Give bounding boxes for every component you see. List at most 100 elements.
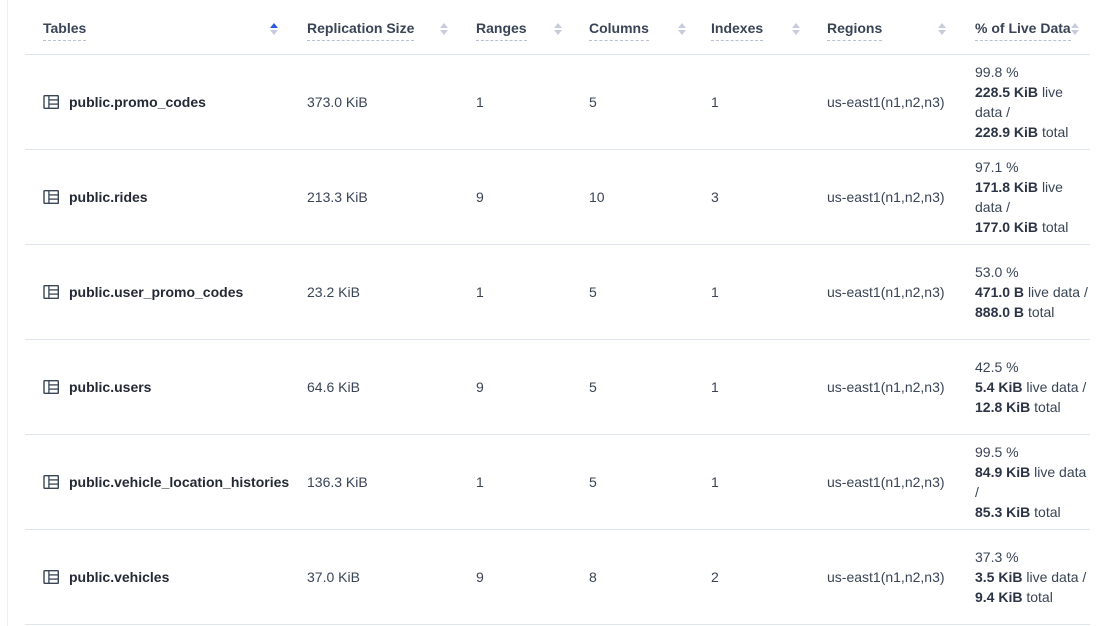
- cell-replication-size: 136.3 KiB: [290, 474, 460, 490]
- cell-live-data: 99.8 % 228.5 KiB live data / 228.9 KiB t…: [958, 62, 1090, 142]
- column-header-label: Columns: [589, 20, 649, 41]
- total-data-line: 228.9 KiB total: [975, 122, 1090, 142]
- cell-table-name: public.vehicle_location_histories: [25, 474, 290, 490]
- cell-regions: us-east1(n1,n2,n3): [812, 474, 958, 490]
- live-data-line: 3.5 KiB live data /: [975, 567, 1090, 587]
- sort-icon[interactable]: [678, 23, 686, 35]
- cell-regions: us-east1(n1,n2,n3): [812, 569, 958, 585]
- cell-regions: us-east1(n1,n2,n3): [812, 189, 958, 205]
- cell-ranges: 1: [460, 94, 574, 110]
- cell-columns: 10: [574, 189, 698, 205]
- total-data-line: 85.3 KiB total: [975, 502, 1090, 522]
- sort-desc-icon: [1071, 30, 1079, 35]
- live-data-percent: 42.5 %: [975, 357, 1090, 377]
- sort-icon[interactable]: [554, 23, 562, 35]
- table-name-link[interactable]: public.users: [69, 379, 151, 395]
- cell-columns: 5: [574, 474, 698, 490]
- table-name-link[interactable]: public.promo_codes: [69, 94, 206, 110]
- sort-asc-icon: [792, 23, 800, 28]
- cell-ranges: 9: [460, 189, 574, 205]
- table-name-link[interactable]: public.vehicle_location_histories: [69, 474, 289, 490]
- column-header-label: Tables: [43, 20, 86, 41]
- table-row: public.vehicles 37.0 KiB 9 8 2 us-east1(…: [25, 530, 1090, 625]
- cell-indexes: 1: [698, 94, 812, 110]
- table-row: public.users 64.6 KiB 9 5 1 us-east1(n1,…: [25, 340, 1090, 435]
- cell-indexes: 1: [698, 284, 812, 300]
- column-header-indexes[interactable]: Indexes: [698, 20, 812, 41]
- table-icon: [43, 94, 60, 110]
- cell-indexes: 3: [698, 189, 812, 205]
- table-icon: [43, 379, 60, 395]
- table-icon: [43, 189, 60, 205]
- cell-live-data: 42.5 % 5.4 KiB live data / 12.8 KiB tota…: [958, 357, 1090, 417]
- live-data-line: 228.5 KiB live data /: [975, 82, 1090, 122]
- sort-asc-icon: [270, 23, 278, 28]
- cell-regions: us-east1(n1,n2,n3): [812, 94, 958, 110]
- sort-icon[interactable]: [792, 23, 800, 35]
- cell-live-data: 53.0 % 471.0 B live data / 888.0 B total: [958, 262, 1090, 322]
- cell-replication-size: 213.3 KiB: [290, 189, 460, 205]
- column-header-live-data[interactable]: % of Live Data: [958, 20, 1091, 41]
- tables-page: Tables Replication Size Ranges Columns I…: [0, 0, 1114, 626]
- database-tables-table: Tables Replication Size Ranges Columns I…: [25, 0, 1090, 625]
- page-left-border: [7, 0, 8, 626]
- sort-icon[interactable]: [938, 23, 946, 35]
- column-header-label: % of Live Data: [975, 20, 1071, 41]
- sort-asc-icon: [440, 23, 448, 28]
- cell-columns: 5: [574, 284, 698, 300]
- cell-replication-size: 23.2 KiB: [290, 284, 460, 300]
- live-data-percent: 37.3 %: [975, 547, 1090, 567]
- live-data-percent: 53.0 %: [975, 262, 1090, 282]
- cell-replication-size: 64.6 KiB: [290, 379, 460, 395]
- cell-ranges: 9: [460, 379, 574, 395]
- sort-asc-icon: [554, 23, 562, 28]
- cell-table-name: public.rides: [25, 189, 290, 205]
- table-name-link[interactable]: public.rides: [69, 189, 148, 205]
- live-data-line: 171.8 KiB live data /: [975, 177, 1090, 217]
- total-data-line: 888.0 B total: [975, 302, 1090, 322]
- cell-indexes: 1: [698, 379, 812, 395]
- table-name-link[interactable]: public.vehicles: [69, 569, 169, 585]
- cell-regions: us-east1(n1,n2,n3): [812, 379, 958, 395]
- cell-ranges: 1: [460, 474, 574, 490]
- column-header-replication-size[interactable]: Replication Size: [290, 20, 460, 41]
- table-row: public.vehicle_location_histories 136.3 …: [25, 435, 1090, 530]
- cell-replication-size: 37.0 KiB: [290, 569, 460, 585]
- cell-table-name: public.vehicles: [25, 569, 290, 585]
- column-header-regions[interactable]: Regions: [812, 20, 958, 41]
- table-icon: [43, 284, 60, 300]
- sort-icon[interactable]: [1071, 23, 1079, 35]
- live-data-percent: 97.1 %: [975, 157, 1090, 177]
- table-icon: [43, 474, 60, 490]
- sort-asc-icon: [678, 23, 686, 28]
- table-header-row: Tables Replication Size Ranges Columns I…: [25, 0, 1090, 55]
- cell-live-data: 99.5 % 84.9 KiB live data / 85.3 KiB tot…: [958, 442, 1090, 522]
- total-data-line: 177.0 KiB total: [975, 217, 1090, 237]
- sort-icon[interactable]: [440, 23, 448, 35]
- sort-desc-icon: [440, 30, 448, 35]
- column-header-ranges[interactable]: Ranges: [460, 20, 574, 41]
- cell-ranges: 1: [460, 284, 574, 300]
- column-header-label: Ranges: [476, 20, 527, 41]
- total-data-line: 9.4 KiB total: [975, 587, 1090, 607]
- sort-desc-icon: [938, 30, 946, 35]
- column-header-tables[interactable]: Tables: [25, 20, 290, 41]
- cell-table-name: public.users: [25, 379, 290, 395]
- cell-live-data: 37.3 % 3.5 KiB live data / 9.4 KiB total: [958, 547, 1090, 607]
- sort-asc-icon: [1071, 23, 1079, 28]
- column-header-columns[interactable]: Columns: [574, 20, 698, 41]
- table-name-link[interactable]: public.user_promo_codes: [69, 284, 243, 300]
- cell-regions: us-east1(n1,n2,n3): [812, 284, 958, 300]
- sort-desc-icon: [792, 30, 800, 35]
- cell-columns: 5: [574, 379, 698, 395]
- column-header-label: Replication Size: [307, 20, 414, 41]
- sort-desc-icon: [554, 30, 562, 35]
- sort-icon[interactable]: [270, 23, 278, 35]
- cell-indexes: 2: [698, 569, 812, 585]
- table-body: public.promo_codes 373.0 KiB 1 5 1 us-ea…: [25, 55, 1090, 625]
- sort-asc-icon: [938, 23, 946, 28]
- cell-columns: 8: [574, 569, 698, 585]
- table-row: public.user_promo_codes 23.2 KiB 1 5 1 u…: [25, 245, 1090, 340]
- live-data-percent: 99.8 %: [975, 62, 1090, 82]
- live-data-line: 471.0 B live data /: [975, 282, 1090, 302]
